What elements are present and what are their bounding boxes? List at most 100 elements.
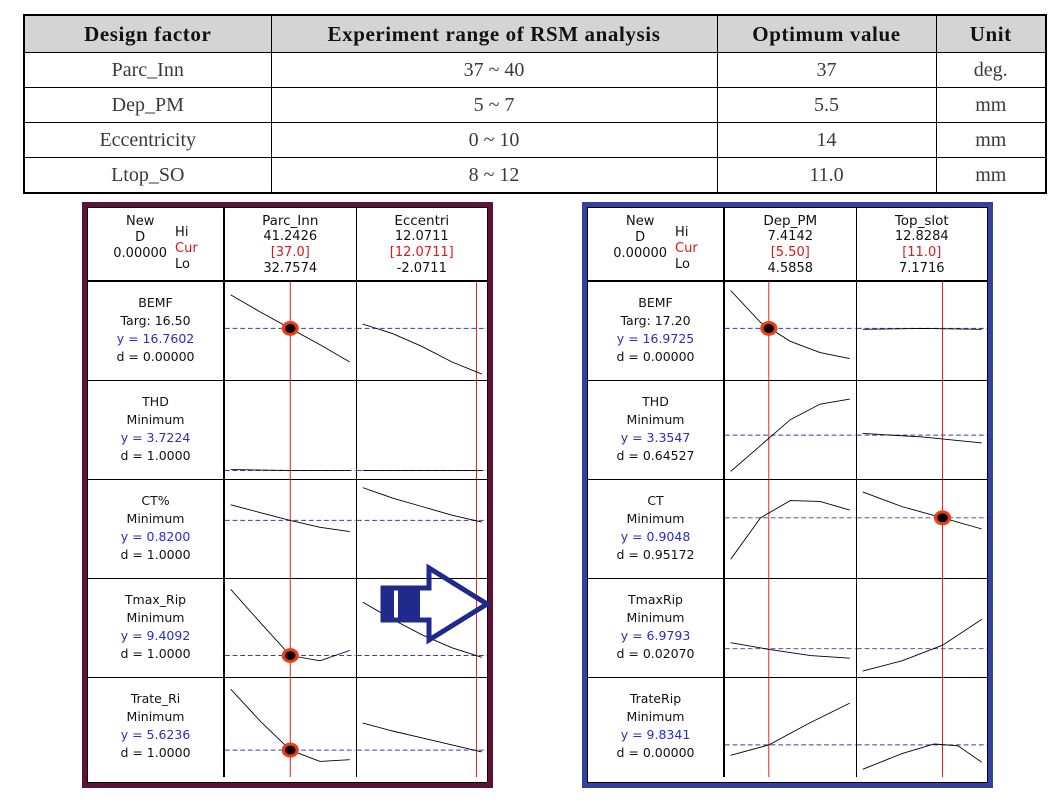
plot-cell-eccentri[interactable] [356,282,487,380]
plot-cell-top_slot[interactable] [856,282,987,380]
response-name: CT% [141,493,170,508]
response-d-value: d = 1.0000 [120,646,191,661]
marker-dot[interactable] [285,323,296,333]
table-row: Dep_PM 5 ~ 7 5.5 mm [23,87,1047,123]
response-curve [730,642,850,659]
cell-optimum-value: 5.5 [716,87,937,123]
plot-cell-eccentri[interactable] [356,579,487,677]
factor-hi: 12.8284 [894,229,949,244]
table-body: Parc_Inn 37 ~ 40 37 deg. Dep_PM 5 ~ 7 5.5 mm Ecc… [23,52,1047,194]
factor-name: Eccentri [394,213,450,229]
header-design-factor: Design factor [23,14,272,53]
plot-cell-eccentri[interactable] [356,480,487,578]
response-goal: Minimum [126,709,185,724]
factor-lo: 7.1716 [899,261,945,276]
cell-design-factor: Parc_Inn [23,52,272,88]
plot-cell-parc_inn[interactable] [225,282,357,380]
cell-unit: mm [935,87,1047,123]
optimizer-panel-right: New D 0.00000 Hi Cur Lo Dep_PM 7.4142 [5… [582,202,993,788]
optimizer-row: CT% Minimum y = 0.8200 d = 1.0000 [88,480,487,579]
factor-cur[interactable]: [37.0] [225,245,356,261]
optimizer-row: BEMF Targ: 17.20 y = 16.9725 d = 0.00000 [588,282,987,381]
factor-cur[interactable]: [12.0711] [357,245,488,261]
response-d-value: d = 0.00000 [116,349,195,364]
response-goal: Minimum [626,709,685,724]
label-lo: Lo [675,257,691,272]
optimizer-row: Tmax_Rip Minimum y = 9.4092 d = 1.0000 [88,579,487,678]
response-curve [862,743,982,770]
label-new: New [625,214,655,229]
table-header-row: Design factor Experiment range of RSM an… [23,14,1047,53]
header-experiment-range: Experiment range of RSM analysis [270,14,718,53]
response-curve [730,702,850,756]
label-hi: Hi [675,225,689,240]
plot-cell-top_slot[interactable] [856,678,987,777]
response-curve [730,290,850,359]
response-y-value: y = 6.9793 [620,628,691,643]
plot-cell-dep_pm[interactable] [725,381,857,479]
plot-cell-dep_pm[interactable] [725,678,857,777]
marker-dot[interactable] [763,323,775,333]
response-name: THD [642,394,669,409]
factor-hi: 41.2426 [263,229,318,244]
factor-header-right-1[interactable]: Top_slot 12.8284 [11.0] 7.1716 [857,208,988,280]
marker-dot[interactable] [936,513,948,523]
plot-cell-parc_inn[interactable] [225,381,357,479]
response-curve [362,601,482,658]
optimizer-row: THD Minimum y = 3.7224 d = 1.0000 [88,381,487,480]
response-y-value: y = 9.4092 [120,628,191,643]
factor-header-left-1[interactable]: Eccentri 12.0711 [12.0711] -2.0711 [357,208,488,280]
response-info-cell: TmaxRip Minimum y = 6.9793 d = 0.02070 [588,579,725,677]
marker-dot[interactable] [285,651,296,660]
response-curve [862,619,982,672]
response-name: BEMF [138,295,173,310]
response-d-value: d = 1.0000 [120,745,191,760]
response-goal: Minimum [126,412,185,427]
response-goal: Minimum [126,511,185,526]
panel-left-inner: New D 0.00000 Hi Cur Lo Parc_Inn 41.2426… [87,207,488,783]
response-curve [862,491,982,530]
factor-cur[interactable]: [11.0] [857,245,988,261]
response-d-value: d = 0.64527 [616,448,695,463]
response-info-cell: BEMF Targ: 17.20 y = 16.9725 d = 0.00000 [588,282,725,380]
response-goal: Targ: 17.20 [620,313,691,328]
cell-experiment-range: 0 ~ 10 [270,122,718,158]
cell-unit: mm [935,122,1047,158]
label-cur: Cur [175,241,198,256]
cell-optimum-value: 14 [716,122,937,158]
panel-left-rows: BEMF Targ: 16.50 y = 16.7602 d = 0.00000 THD… [88,282,487,777]
factor-header-right-0[interactable]: Dep_PM 7.4142 [5.50] 4.5858 [725,208,857,280]
optimizer-panel-left: New D 0.00000 Hi Cur Lo Parc_Inn 41.2426… [82,202,493,788]
marker-dot[interactable] [285,745,296,755]
composite-desirability-right: New D 0.00000 Hi Cur Lo [588,208,725,280]
factor-header-left-0[interactable]: Parc_Inn 41.2426 [37.0] 32.7574 [225,208,357,280]
response-y-value: y = 5.6236 [120,727,191,742]
plot-cell-dep_pm[interactable] [725,282,857,380]
plot-cell-dep_pm[interactable] [725,579,857,677]
plot-cell-top_slot[interactable] [856,381,987,479]
response-info-cell: BEMF Targ: 16.50 y = 16.7602 d = 0.00000 [88,282,225,380]
plot-cell-parc_inn[interactable] [225,480,357,578]
plot-cell-dep_pm[interactable] [725,480,857,578]
factor-lo: -2.0711 [396,261,447,276]
response-info-cell: THD Minimum y = 3.7224 d = 1.0000 [88,381,225,479]
plot-cell-eccentri[interactable] [356,381,487,479]
plot-cell-parc_inn[interactable] [225,678,357,777]
table-row: Parc_Inn 37 ~ 40 37 deg. [23,52,1047,88]
plot-cell-top_slot[interactable] [856,480,987,578]
response-d-value: d = 1.0000 [120,448,191,463]
response-y-value: y = 3.3547 [620,430,691,445]
optimizer-row: Trate_Ri Minimum y = 5.6236 d = 1.0000 [88,678,487,777]
optimizer-row: CT Minimum y = 0.9048 d = 0.95172 [588,480,987,579]
factor-name: Top_slot [894,213,949,229]
response-goal: Minimum [626,412,685,427]
factor-cur[interactable]: [5.50] [725,245,856,261]
response-y-value: y = 3.7224 [120,430,191,445]
plot-cell-eccentri[interactable] [356,678,487,777]
response-goal: Minimum [626,511,685,526]
plot-cell-top_slot[interactable] [856,579,987,677]
response-y-value: y = 0.8200 [120,529,191,544]
panel-right-header: New D 0.00000 Hi Cur Lo Dep_PM 7.4142 [5… [588,208,987,282]
response-name: THD [142,394,169,409]
plot-cell-parc_inn[interactable] [225,579,357,677]
